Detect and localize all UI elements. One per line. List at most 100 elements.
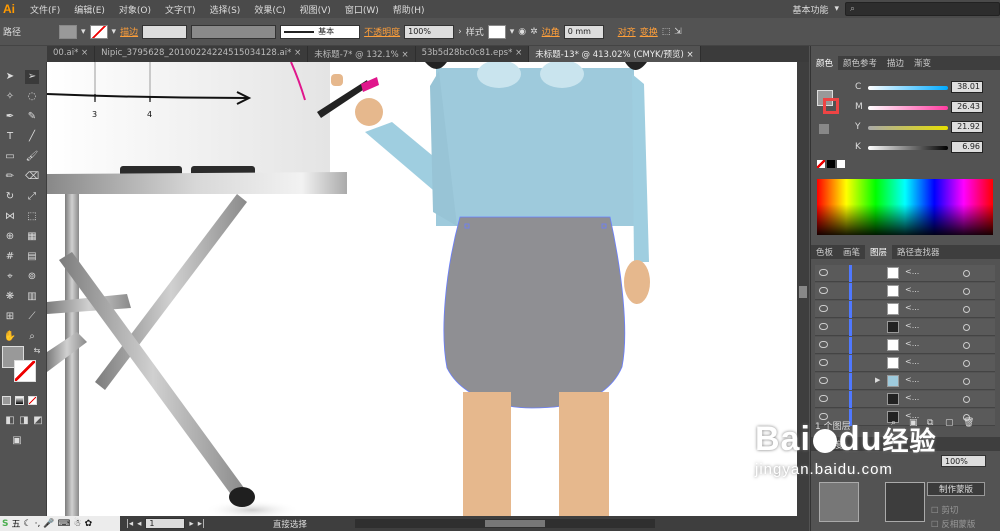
cyan-value[interactable]: 38.01 (951, 81, 983, 93)
prev-artboard-icon[interactable]: ◂ (137, 519, 141, 529)
slider-magenta[interactable] (868, 106, 948, 110)
swap-colors-icon[interactable]: ⇆ (30, 344, 44, 358)
opacity-field[interactable]: 100% (404, 24, 455, 39)
workspace-switcher[interactable]: 基本功能 (792, 3, 828, 16)
target-icon[interactable] (963, 378, 970, 385)
layer-row[interactable]: <... (815, 265, 995, 282)
make-clipping-mask-icon[interactable]: ▣ (909, 418, 918, 428)
color-stroke-box[interactable] (823, 98, 839, 114)
invert-mask-checkbox[interactable]: ☐ 反相蒙版 (931, 518, 975, 530)
eye-icon[interactable] (819, 359, 828, 366)
magic-wand-tool-icon[interactable]: ✧ (3, 90, 17, 104)
mic-icon[interactable]: 🎤 (43, 519, 54, 529)
transform-label[interactable]: 变换 (640, 25, 658, 38)
slice-tool-icon[interactable]: ⟋ (25, 310, 39, 324)
target-icon[interactable] (963, 342, 970, 349)
target-icon[interactable] (963, 306, 970, 313)
slider-yellow[interactable] (868, 126, 948, 130)
layer-row[interactable]: <... (815, 391, 995, 408)
close-icon[interactable]: × (515, 48, 522, 58)
color-mode-icon[interactable] (2, 396, 11, 405)
eye-icon[interactable] (819, 323, 828, 330)
tab-stroke[interactable]: 描边 (882, 56, 909, 70)
target-icon[interactable] (963, 288, 970, 295)
artboard-number-field[interactable]: 1 (145, 518, 186, 529)
next-artboard-icon[interactable]: ▸ (189, 519, 193, 529)
graphic-style-swatch[interactable] (487, 24, 506, 39)
tab-gradient[interactable]: 渐变 (909, 56, 936, 70)
arrange-icon[interactable]: ⇲ (674, 27, 682, 37)
layer-row[interactable]: ▶ <... (815, 373, 995, 390)
fill-swatch[interactable] (59, 24, 78, 39)
black-value[interactable]: 6.96 (951, 141, 983, 153)
mesh-tool-icon[interactable]: # (3, 250, 17, 264)
menu-help[interactable]: 帮助(H) (386, 3, 432, 16)
hand-tool-icon[interactable]: ✋ (3, 330, 17, 344)
tab-doc-active[interactable]: 未标题-13* @ 413.02% (CMYK/预览) × (529, 46, 701, 62)
delete-layer-icon[interactable]: 🗑 (963, 418, 974, 428)
layer-row[interactable]: <... (815, 283, 995, 300)
eye-icon[interactable] (819, 269, 828, 276)
zoom-tool-icon[interactable]: ⌕ (25, 330, 39, 344)
tab-doc-4[interactable]: 53b5d28bc0c81.eps* × (416, 46, 530, 62)
width-tool-icon[interactable]: ⋈ (3, 210, 17, 224)
ime-mode-label[interactable]: 五 (11, 517, 20, 530)
close-icon[interactable]: × (687, 50, 694, 60)
slider-black[interactable] (868, 146, 948, 150)
close-icon[interactable]: × (401, 50, 408, 60)
skin-icon[interactable]: ☃ (74, 519, 82, 529)
rectangle-tool-icon[interactable]: ▭ (3, 150, 17, 164)
eye-icon[interactable] (819, 377, 828, 384)
layer-row[interactable]: <... (815, 301, 995, 318)
eye-icon[interactable] (819, 287, 828, 294)
ime-logo-icon[interactable]: S (2, 519, 8, 529)
tab-swatches[interactable]: 色板 (811, 245, 838, 259)
artboard-canvas[interactable]: 3 4 (47, 62, 797, 516)
tab-pathfinder[interactable]: 路径查找器 (892, 245, 945, 259)
menu-object[interactable]: 对象(O) (112, 3, 158, 16)
layer-row[interactable]: <... (815, 319, 995, 336)
punctuation-icon[interactable]: ·, (35, 519, 41, 529)
tab-brushes[interactable]: 画笔 (838, 245, 865, 259)
close-icon[interactable]: × (81, 48, 88, 58)
tab-doc-2[interactable]: Nipic_3795628_20100224224515034128.ai* × (95, 46, 309, 62)
chevron-down-icon[interactable]: ▾ (834, 4, 839, 14)
menu-type[interactable]: 文字(T) (158, 3, 203, 16)
corner-label[interactable]: 边角 (542, 25, 560, 38)
first-artboard-icon[interactable]: |◂ (126, 519, 133, 529)
curvature-tool-icon[interactable]: ✎ (25, 110, 39, 124)
artboard-tool-icon[interactable]: ⊞ (3, 310, 17, 324)
target-icon[interactable] (963, 270, 970, 277)
tools-icon[interactable]: ✿ (85, 519, 93, 529)
scroll-thumb[interactable] (484, 520, 545, 527)
align-label[interactable]: 对齐 (618, 25, 636, 38)
puppet-warp-icon[interactable]: ✲ (530, 27, 538, 37)
scale-tool-icon[interactable]: ⤢ (25, 190, 39, 204)
new-layer-icon[interactable]: ▢ (945, 418, 954, 428)
perspective-grid-tool-icon[interactable]: ▦ (25, 230, 39, 244)
menu-effect[interactable]: 效果(C) (247, 3, 292, 16)
new-sublayer-icon[interactable]: ⧉ (927, 418, 933, 428)
stroke-weight-field[interactable] (142, 24, 188, 39)
type-tool-icon[interactable]: T (3, 130, 17, 144)
gradient-tool-icon[interactable]: ▤ (25, 250, 39, 264)
variable-width-dropdown[interactable] (191, 24, 277, 39)
menu-view[interactable]: 视图(V) (293, 3, 338, 16)
symbol-sprayer-tool-icon[interactable]: ❋ (3, 290, 17, 304)
pen-tool-icon[interactable]: ✒ (3, 110, 17, 124)
isolate-icon[interactable]: ⬚ (662, 27, 671, 37)
clip-checkbox[interactable]: ☐ 剪切 (931, 504, 958, 516)
selection-tool-icon[interactable]: ➤ (3, 70, 17, 84)
stroke-label[interactable]: 描边 (120, 25, 138, 38)
draw-behind-icon[interactable]: ◨ (17, 414, 31, 428)
none-mode-icon[interactable] (28, 396, 37, 405)
menu-edit[interactable]: 编辑(E) (67, 3, 112, 16)
none-color-icon[interactable] (817, 160, 825, 168)
stroke-color-box[interactable] (14, 360, 36, 382)
slider-cyan[interactable] (868, 86, 948, 90)
keyboard-icon[interactable]: ⌨ (58, 519, 71, 529)
scroll-thumb[interactable] (799, 286, 807, 298)
pencil-tool-icon[interactable]: ✏ (3, 170, 17, 184)
target-icon[interactable] (963, 396, 970, 403)
chevron-down-icon[interactable]: ▾ (112, 27, 117, 37)
